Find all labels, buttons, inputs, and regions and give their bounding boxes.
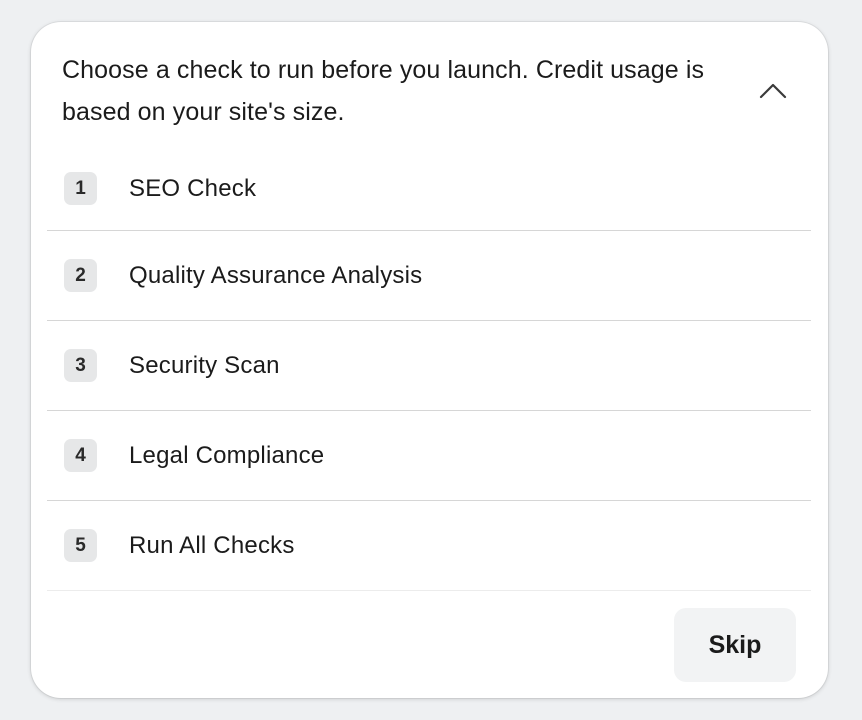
step-number-badge: 3 [64,349,97,382]
check-item-legal[interactable]: 4 Legal Compliance [47,411,811,501]
check-selection-panel: Choose a check to run before you launch.… [31,22,828,698]
check-item-quality-assurance[interactable]: 2 Quality Assurance Analysis [47,231,811,321]
check-list: 1 SEO Check 2 Quality Assurance Analysis… [47,147,811,591]
check-label: Legal Compliance [129,441,325,469]
check-item-seo[interactable]: 1 SEO Check [47,147,811,231]
check-label: Security Scan [129,351,280,379]
step-number-badge: 4 [64,439,97,472]
step-number-badge: 5 [64,529,97,562]
panel-description: Choose a check to run before you launch.… [62,56,705,126]
step-number-badge: 2 [64,259,97,292]
check-label: Run All Checks [129,531,295,559]
skip-button[interactable]: Skip [674,608,796,682]
check-item-run-all[interactable]: 5 Run All Checks [47,501,811,591]
check-label: SEO Check [129,174,257,202]
step-number-badge: 1 [64,172,97,205]
collapse-button[interactable] [753,74,793,108]
check-label: Quality Assurance Analysis [129,261,423,289]
chevron-up-icon [759,83,787,99]
check-item-security[interactable]: 3 Security Scan [47,321,811,411]
